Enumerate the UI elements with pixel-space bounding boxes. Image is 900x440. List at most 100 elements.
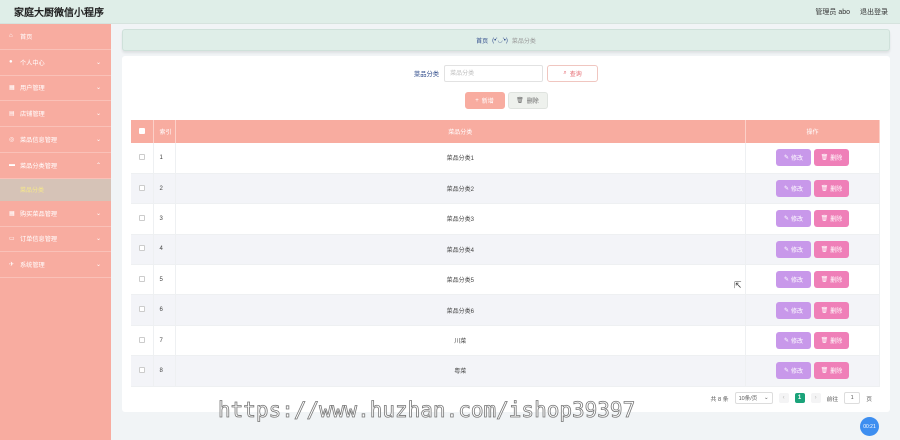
chevron-down-icon: ⌄ xyxy=(763,395,769,401)
row-index: 2 xyxy=(153,173,176,205)
delete-button[interactable]: 🗑 删除 xyxy=(814,301,849,319)
edit-icon: ✎ xyxy=(783,186,789,193)
delete-button[interactable]: 🗑 删除 xyxy=(814,362,849,380)
row-operations: ✎ 修改 🗑 删除 xyxy=(745,203,880,235)
row-select-cell[interactable] xyxy=(131,294,154,326)
edit-button[interactable]: ✎ 修改 xyxy=(776,180,811,198)
row-select-cell[interactable] xyxy=(131,325,154,357)
edit-button[interactable]: ✎ 修改 xyxy=(776,332,811,350)
header-operation: 操作 xyxy=(745,120,880,143)
page-size-select[interactable]: 10条/页 ⌄ xyxy=(734,392,773,404)
table-row: 6 菜品分类6 ✎ 修改 🗑 删除 xyxy=(131,294,880,326)
row-operations: ✎ 修改 🗑 删除 xyxy=(745,355,880,387)
category-table: 索引 菜品分类 操作 1 菜品分类1 ✎ 修改 🗑 删除 2 菜品分类2 ✎ 修改 🗑 删除 3 菜品分类… xyxy=(131,120,880,387)
edit-icon: ✎ xyxy=(783,307,789,314)
header-name: 菜品分类 xyxy=(175,120,746,143)
search-input[interactable] xyxy=(444,65,544,82)
edit-icon: ✎ xyxy=(783,246,789,253)
edit-button[interactable]: ✎ 修改 xyxy=(776,271,811,289)
row-operations: ✎ 修改 🗑 删除 xyxy=(745,264,880,296)
row-checkbox[interactable] xyxy=(138,306,145,313)
delete-button[interactable]: 🗑 删除 xyxy=(814,271,849,289)
dish-icon: ◎ xyxy=(9,137,15,144)
cart-icon: ▦ xyxy=(9,210,15,217)
delete-button[interactable]: 🗑 删除 xyxy=(814,149,849,167)
next-page-button[interactable]: › xyxy=(810,393,821,403)
row-index: 6 xyxy=(153,294,176,326)
page-number-current[interactable]: 1 xyxy=(794,393,805,403)
row-select-cell[interactable] xyxy=(131,203,154,235)
row-select-cell[interactable] xyxy=(131,143,154,174)
row-select-cell[interactable] xyxy=(131,234,154,266)
sidebar-item-orders[interactable]: ▭ 订单信息管理 ⌄ xyxy=(0,227,111,253)
table-row: 3 菜品分类3 ✎ 修改 🗑 删除 xyxy=(131,203,880,235)
order-icon: ▭ xyxy=(9,236,15,243)
edit-icon: ✎ xyxy=(783,216,789,223)
edit-button[interactable]: ✎ 修改 xyxy=(776,362,811,380)
prev-page-button[interactable]: ‹ xyxy=(778,393,789,403)
plus-icon: + xyxy=(475,97,479,104)
edit-button[interactable]: ✎ 修改 xyxy=(776,240,811,258)
sidebar-item-dish-category[interactable]: ▬ 菜品分类管理 ⌃ xyxy=(0,153,111,179)
logout-link[interactable]: 退出登录 xyxy=(860,7,888,17)
floating-timer-badge[interactable]: 00:21 xyxy=(860,417,879,436)
table-row: 8 粤菜 ✎ 修改 🗑 删除 xyxy=(131,355,880,387)
chevron-down-icon: ⌄ xyxy=(95,111,101,118)
main-panel: 菜品分类 ⌕ 查询 + 新增 🗑 删除 索引 菜品分类 操作 1菜品分类1✎修改… xyxy=(122,56,890,412)
edit-button[interactable]: ✎ 修改 xyxy=(776,149,811,167)
batch-delete-button[interactable]: 🗑 删除 xyxy=(507,92,548,109)
query-button[interactable]: ⌕ 查询 xyxy=(547,65,599,82)
sidebar-item-profile[interactable]: ● 个人中心 ⌄ xyxy=(0,50,111,76)
sidebar-item-dish-info[interactable]: ◎ 菜品信息管理 ⌄ xyxy=(0,127,111,153)
delete-button[interactable]: 🗑 删除 xyxy=(814,332,849,350)
row-category-name: 粤菜 xyxy=(175,355,746,387)
settings-icon: ✈ xyxy=(9,262,15,269)
row-checkbox[interactable] xyxy=(138,184,145,191)
trash-icon: 🗑 xyxy=(820,216,829,223)
row-category-name: 菜品分类4 xyxy=(175,234,746,266)
row-operations: ✎ 修改 🗑 删除 xyxy=(745,294,880,326)
table-row: 2 菜品分类2 ✎ 修改 🗑 删除 xyxy=(131,173,880,205)
edit-button[interactable]: ✎ 修改 xyxy=(776,210,811,228)
row-select-cell[interactable] xyxy=(131,264,154,296)
action-bar: + 新增 🗑 删除 xyxy=(122,92,890,109)
trash-icon: 🗑 xyxy=(820,186,829,193)
edit-button[interactable]: ✎ 修改 xyxy=(776,301,811,319)
user-icon: ● xyxy=(9,59,13,66)
row-checkbox[interactable] xyxy=(138,275,145,282)
edit-icon: ✎ xyxy=(783,155,789,162)
home-icon: ⌂ xyxy=(9,33,13,40)
row-checkbox[interactable] xyxy=(138,153,145,160)
add-button[interactable]: + 新增 xyxy=(464,92,505,109)
sidebar: ⌂ 首页 ● 个人中心 ⌄ ▦ 用户管理 ⌄ ▤ 店铺管理 ⌄ ◎ 菜品信息管理… xyxy=(0,24,111,440)
row-select-cell[interactable] xyxy=(131,355,154,387)
sidebar-item-purchase[interactable]: ▦ 购买菜品管理 ⌄ xyxy=(0,201,111,227)
page-unit-label: 页 xyxy=(866,396,872,403)
sidebar-item-users[interactable]: ▦ 用户管理 ⌄ xyxy=(0,76,111,102)
goto-page-input[interactable] xyxy=(844,392,861,404)
pagination-total: 共 8 条 xyxy=(710,396,729,403)
row-checkbox[interactable] xyxy=(138,245,145,252)
sidebar-item-home[interactable]: ⌂ 首页 xyxy=(0,24,111,50)
row-checkbox[interactable] xyxy=(138,214,145,221)
delete-button[interactable]: 🗑 删除 xyxy=(814,240,849,258)
select-all-cell[interactable] xyxy=(131,120,154,143)
sidebar-item-shop[interactable]: ▤ 店铺管理 ⌄ xyxy=(0,101,111,128)
trash-icon: 🗑 xyxy=(820,246,829,253)
row-select-cell[interactable] xyxy=(131,173,154,205)
goto-label: 前往 xyxy=(826,396,839,403)
table-row: 4 菜品分类4 ✎ 修改 🗑 删除 xyxy=(131,234,880,266)
select-all-checkbox[interactable] xyxy=(138,127,145,134)
sidebar-item-system[interactable]: ✈ 系统管理 ⌄ xyxy=(0,252,111,279)
mouse-cursor-icon: ⇱ xyxy=(734,280,742,290)
row-checkbox[interactable] xyxy=(138,366,145,373)
row-operations: ✎ 修改 🗑 删除 xyxy=(745,325,880,357)
search-bar: 菜品分类 ⌕ 查询 xyxy=(122,65,890,82)
delete-button[interactable]: 🗑 删除 xyxy=(814,180,849,198)
row-operations: ✎ 修改 🗑 删除 xyxy=(745,143,880,174)
sidebar-subitem-dish-category[interactable]: 菜品分类 xyxy=(0,178,111,201)
breadcrumb-home[interactable]: 首页 xyxy=(476,36,488,45)
delete-button[interactable]: 🗑 删除 xyxy=(814,210,849,228)
breadcrumb-current: 菜品分类 xyxy=(511,38,536,45)
row-checkbox[interactable] xyxy=(138,336,145,343)
